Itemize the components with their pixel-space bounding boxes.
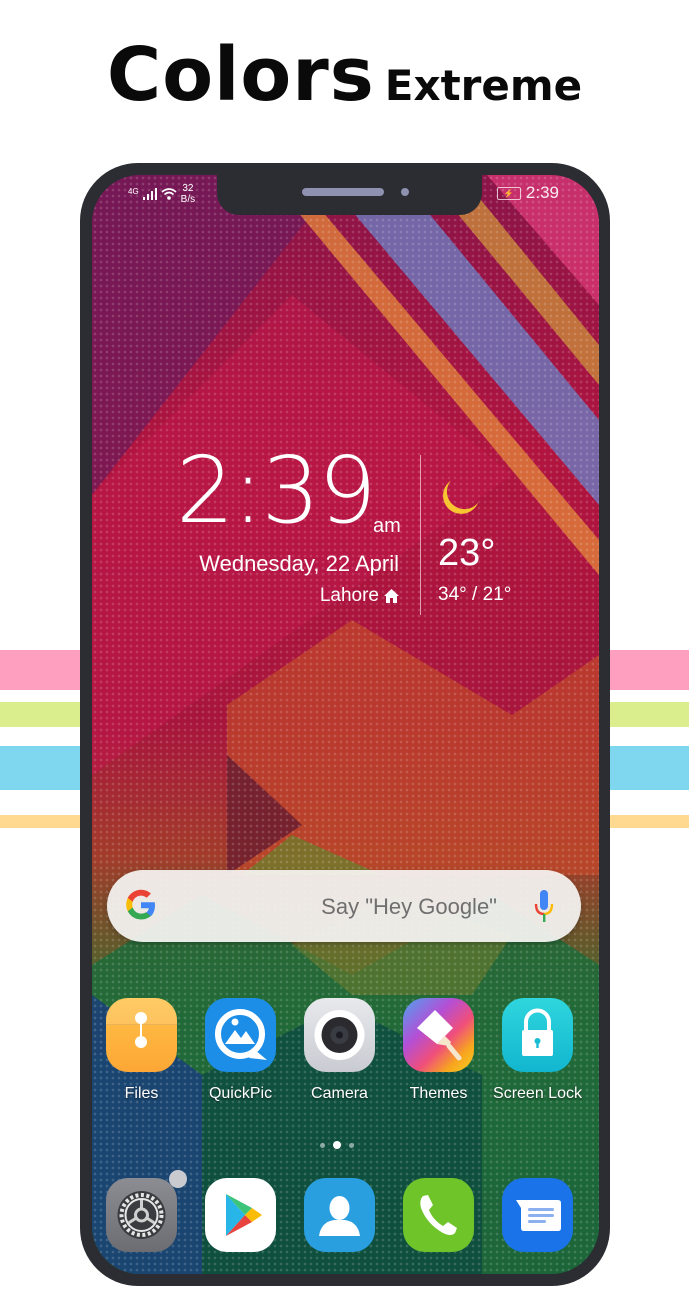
promo-title: Colors Extreme <box>0 32 689 118</box>
title-main: Colors <box>106 32 375 118</box>
net-speed-value: 32 <box>182 183 194 194</box>
dock-contacts[interactable] <box>290 1178 389 1252</box>
stripe-blue-left <box>0 746 80 790</box>
app-label: Themes <box>409 1085 468 1102</box>
themes-icon <box>403 998 474 1072</box>
network-type: 4G <box>128 186 139 196</box>
notification-badge <box>169 1170 187 1188</box>
app-themes[interactable]: Themes <box>389 998 488 1103</box>
app-label: QuickPic <box>208 1085 273 1102</box>
stripe-orange-left <box>0 815 80 828</box>
page-dot[interactable] <box>349 1142 354 1148</box>
title-sub: Extreme <box>384 61 583 110</box>
stripe-blue-right <box>610 746 689 790</box>
clock-date: Wednesday, 22 April <box>199 551 399 576</box>
stripe-orange-right <box>610 815 689 828</box>
display-notch <box>217 175 482 215</box>
battery-charging-icon: ⚡ <box>496 186 521 200</box>
microphone-icon[interactable] <box>533 888 555 924</box>
status-bar-left: 4G 32 B/s <box>128 183 195 205</box>
settings-gear-icon <box>106 1178 177 1252</box>
files-icon <box>106 998 177 1072</box>
net-speed-unit: B/s <box>180 194 196 205</box>
dock-settings[interactable] <box>92 1170 191 1252</box>
google-g-icon <box>126 889 155 920</box>
app-files[interactable]: Files <box>92 998 191 1103</box>
clock-time: 2:39 <box>176 437 377 544</box>
status-time: 2:39 <box>525 183 559 202</box>
wallpaper <box>92 175 599 1274</box>
temperature-range: 34° / 21° <box>438 584 512 605</box>
quickpic-icon <box>205 998 276 1072</box>
contacts-icon <box>304 1178 375 1252</box>
dock-play-store[interactable] <box>191 1178 290 1252</box>
page-dot[interactable] <box>320 1142 325 1148</box>
front-camera <box>401 188 409 196</box>
phone-frame: 4G 32 B/s ⚡ 2:39 2:39 am Wednesday, 22 A… <box>80 163 610 1286</box>
status-bar-right: ⚡ 2:39 <box>496 183 559 203</box>
play-store-icon <box>205 1178 276 1252</box>
moon-icon <box>443 480 479 514</box>
phone-icon <box>403 1178 474 1252</box>
stripe-green-right <box>610 702 689 727</box>
app-label: Camera <box>311 1085 368 1102</box>
app-screen-lock[interactable]: Screen Lock <box>488 998 587 1103</box>
stripe-pink-right <box>610 650 689 690</box>
current-temperature: 23° <box>438 532 496 574</box>
wifi-icon <box>161 187 177 200</box>
app-label: Files <box>124 1085 159 1102</box>
app-label: Screen Lock <box>493 1085 582 1102</box>
stripe-pink-left <box>0 650 80 690</box>
weather-widget[interactable]: 23° 34° / 21° <box>438 477 511 606</box>
clock-city: Lahore <box>320 585 399 607</box>
lock-icon <box>502 998 573 1072</box>
messages-icon <box>502 1178 573 1252</box>
network-speed: 32 B/s <box>181 183 195 205</box>
page-indicator[interactable] <box>320 1141 354 1149</box>
clock-ampm: am <box>373 515 401 537</box>
dock-messages[interactable] <box>488 1178 587 1252</box>
camera-icon <box>304 998 375 1072</box>
app-quickpic[interactable]: QuickPic <box>191 998 290 1103</box>
earpiece-speaker <box>302 188 384 196</box>
page-dot-active[interactable] <box>333 1141 341 1149</box>
city-name: Lahore <box>319 585 379 606</box>
home-screen: 4G 32 B/s ⚡ 2:39 2:39 am Wednesday, 22 A… <box>92 175 599 1274</box>
search-placeholder: Say "Hey Google" <box>321 894 497 919</box>
google-search-bar[interactable]: Say "Hey Google" <box>107 870 581 942</box>
dock <box>92 1170 599 1252</box>
signal-icon <box>142 188 157 200</box>
dock-phone[interactable] <box>389 1178 488 1252</box>
home-icon <box>384 589 399 603</box>
app-camera[interactable]: Camera <box>290 998 389 1103</box>
app-grid: Files QuickPic Camera Themes Screen Lock <box>92 998 599 1103</box>
stripe-green-left <box>0 702 80 727</box>
widget-divider <box>420 455 421 615</box>
